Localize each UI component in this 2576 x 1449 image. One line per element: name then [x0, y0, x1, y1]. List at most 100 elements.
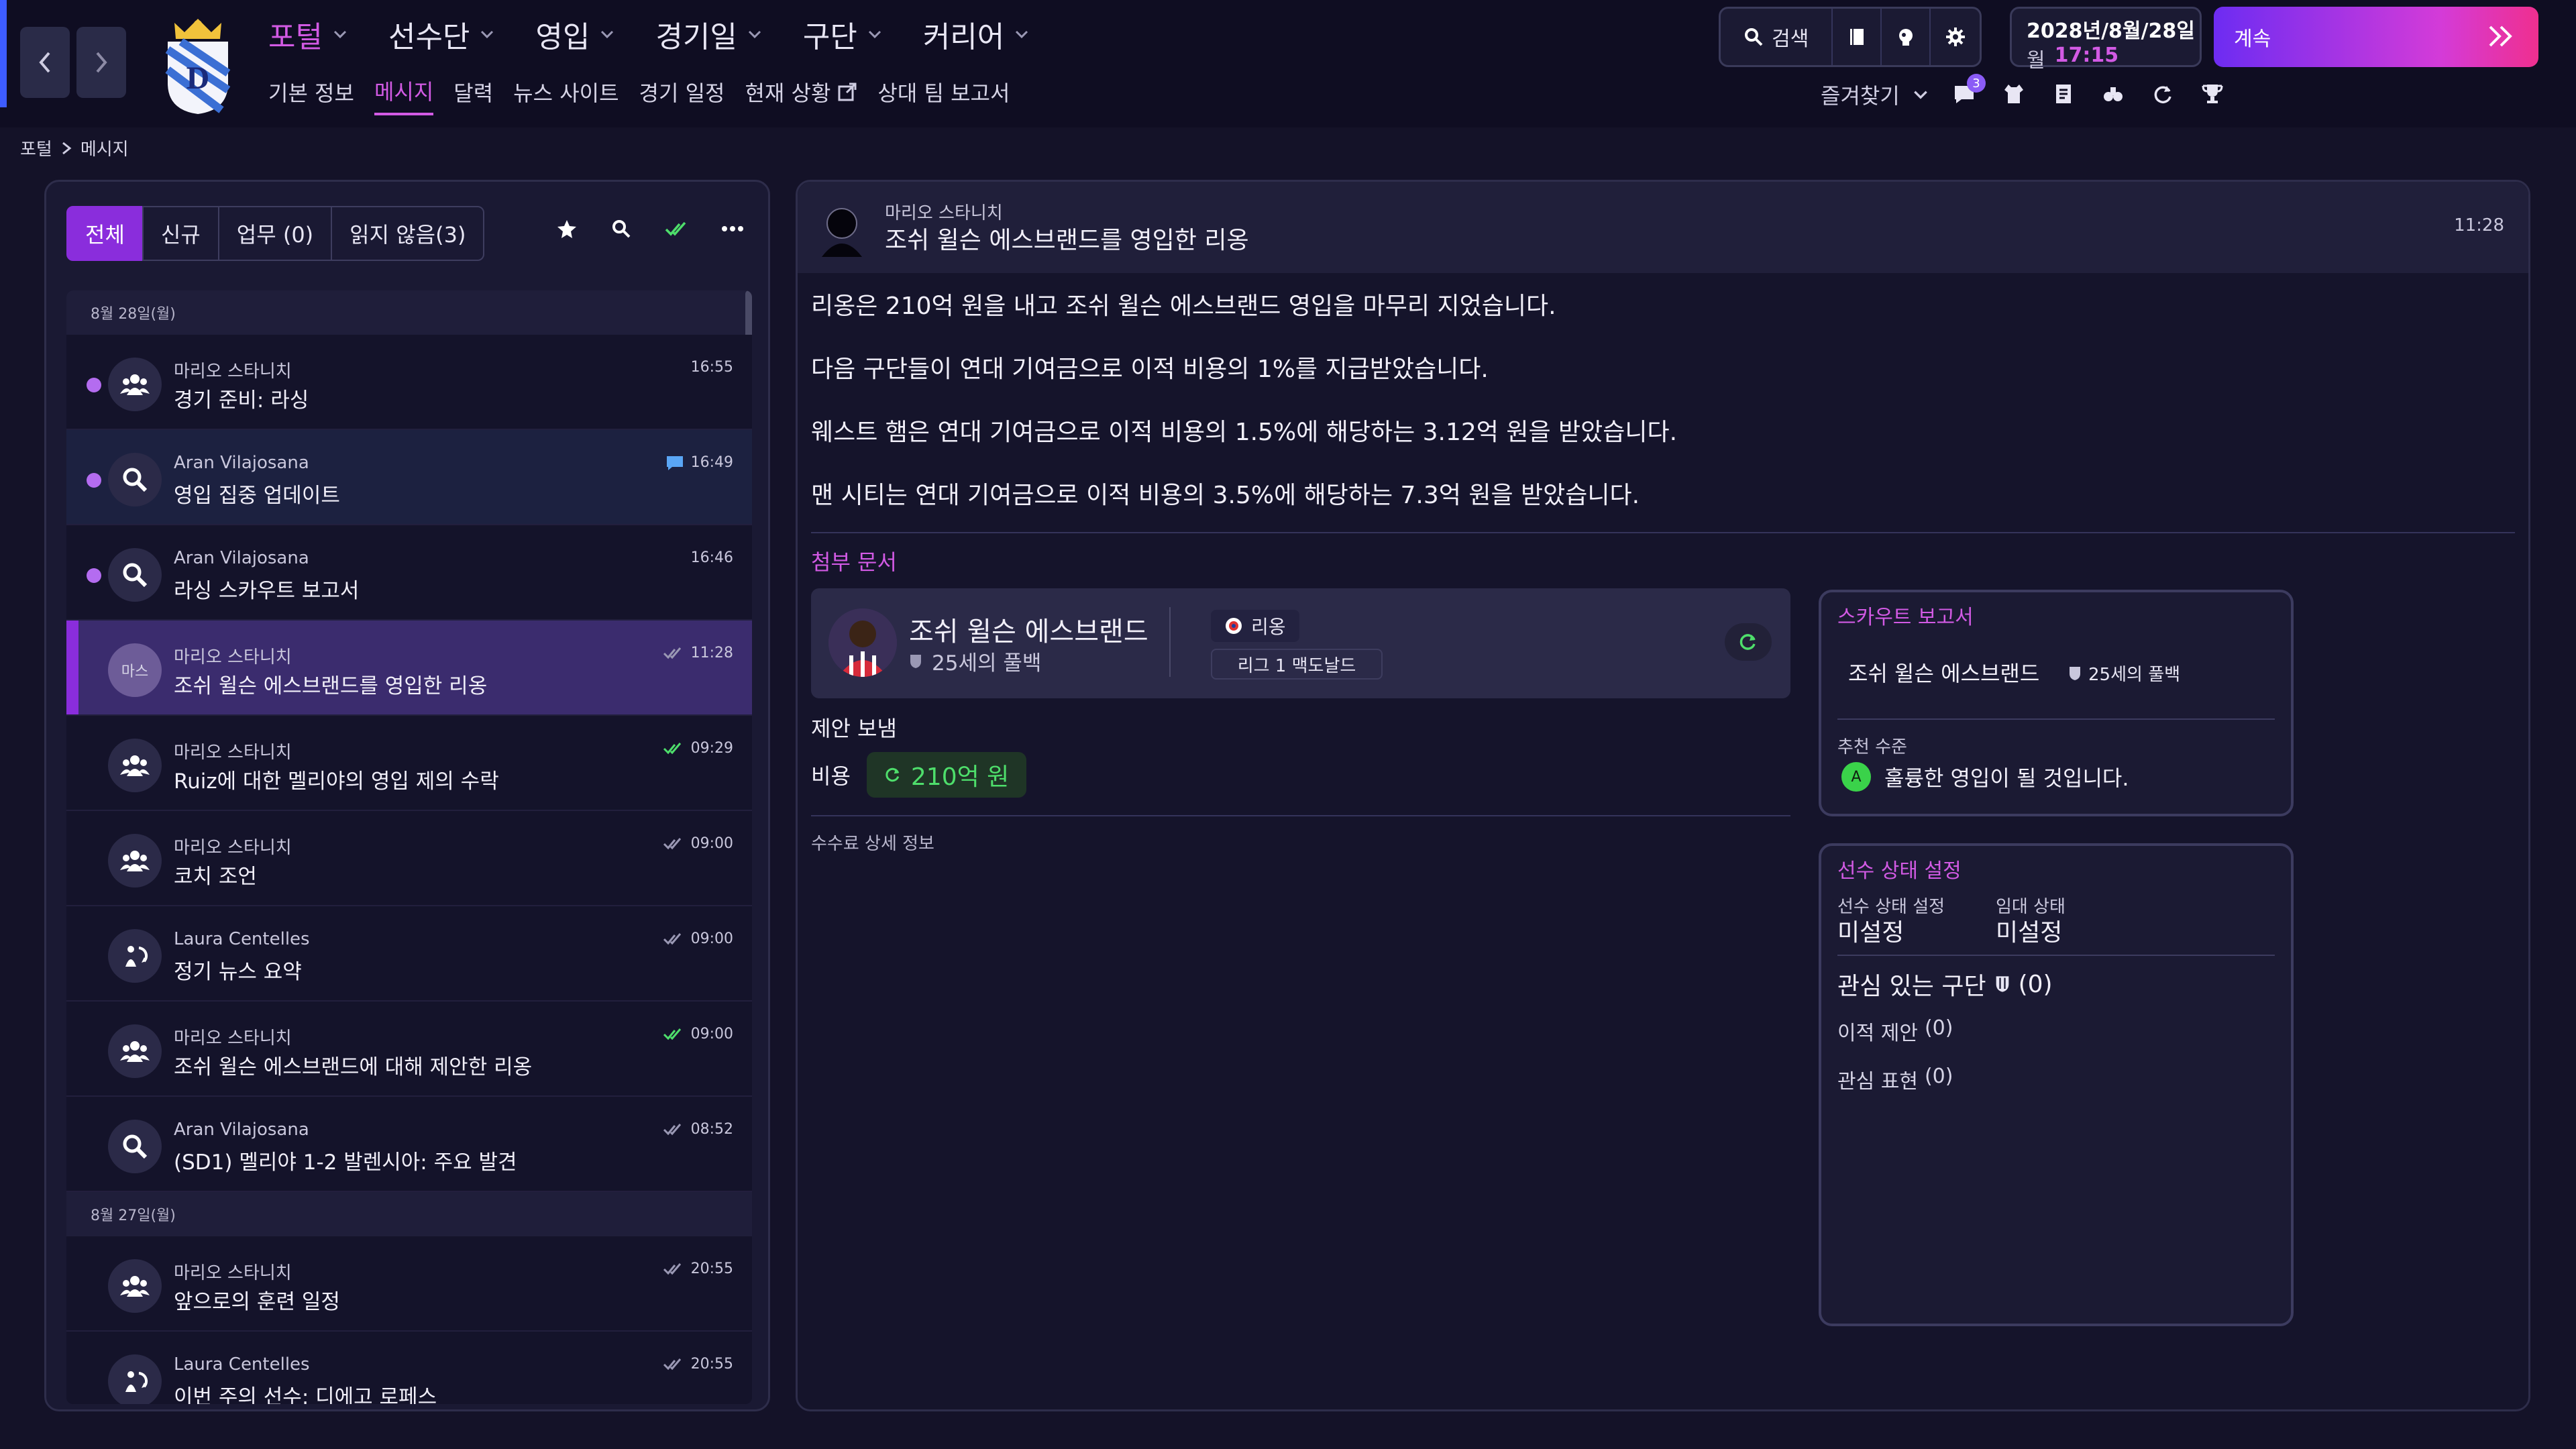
- subnav-opponent-report[interactable]: 상대 팀 보고서: [877, 75, 1010, 115]
- group-icon: [108, 834, 162, 888]
- search-icon[interactable]: [611, 219, 631, 239]
- loan-status-value[interactable]: 미설정: [1996, 913, 2062, 948]
- interest-expressed-row[interactable]: 관심 표현 (0): [1837, 1065, 1953, 1094]
- nav-club[interactable]: 구단: [803, 13, 883, 56]
- read-ticks-icon: [663, 1358, 681, 1370]
- club-crest-logo[interactable]: D: [161, 9, 235, 117]
- transfer-offers-row[interactable]: 이적 제안 (0): [1837, 1016, 1953, 1046]
- message-time-text: 16:46: [690, 549, 733, 566]
- sub-navigation: 기본 정보 메시지 달력 뉴스 사이트 경기 일정 현재 상황 상대 팀 보고서: [268, 75, 1010, 115]
- filter-tasks[interactable]: 업무 (0): [217, 206, 333, 261]
- continue-button[interactable]: 계속: [2214, 7, 2538, 67]
- more-options-icon[interactable]: [721, 225, 744, 232]
- external-link-icon: [838, 83, 857, 101]
- shield-icon: [1996, 976, 2008, 992]
- nav-squad[interactable]: 선수단: [388, 13, 495, 56]
- grade-badge: A: [1841, 762, 1871, 792]
- message-item[interactable]: Aran Vilajosana (SD1) 멜리야 1-2 발렌시아: 주요 발…: [66, 1097, 752, 1192]
- scout-desc-text: 25세의 풀백: [2088, 665, 2181, 685]
- scout-report-card[interactable]: 스카우트 보고서 조쉬 윌슨 에스브랜드 25세의 풀백 추천 수준 A 훌륭한…: [1819, 590, 2294, 816]
- message-item[interactable]: Laura Centelles 이번 주의 선수: 디에고 로페스 20:55: [66, 1332, 752, 1404]
- side-accent-strip: [0, 0, 7, 107]
- day-header: 8월 28일(월): [66, 290, 752, 335]
- unread-dot: [87, 473, 101, 488]
- forward-button[interactable]: [76, 27, 126, 98]
- read-ticks-icon: [663, 647, 681, 659]
- message-item[interactable]: 마리오 스타니치 조쉬 윌슨 에스브랜드에 대해 제안한 리옹 09:00: [66, 1002, 752, 1097]
- message-item[interactable]: Aran Vilajosana 라싱 스카우트 보고서 16:46: [66, 525, 752, 621]
- message-subject: 조쉬 윌슨 에스브랜드에 대해 제안한 리옹: [174, 1055, 533, 1079]
- svg-text:D: D: [186, 60, 210, 96]
- scout-shortcut[interactable]: [2101, 82, 2125, 106]
- favorites-dropdown[interactable]: 즐겨찾기: [1821, 79, 1929, 110]
- message-item[interactable]: Laura Centelles 정기 뉴스 요약 09:00: [66, 906, 752, 1002]
- message-time-text: 09:29: [690, 740, 733, 757]
- body-paragraph: 맨 시티는 연대 기여금으로 이적 비용의 3.5%에 해당하는 7.3억 원을…: [811, 482, 1640, 509]
- search-button[interactable]: 검색: [1721, 9, 1833, 65]
- settings-button[interactable]: [1931, 9, 1980, 65]
- status-set-value[interactable]: 미설정: [1837, 913, 1904, 948]
- game-time: 17:15: [2054, 44, 2119, 67]
- message-item[interactable]: 마리오 스타니치 코치 조언 09:00: [66, 811, 752, 906]
- message-list[interactable]: 8월 28일(월) 마리오 스타니치 경기 준비: 라싱 16:55 Aran …: [66, 290, 752, 1404]
- message-item[interactable]: Aran Vilajosana 영입 집중 업데이트 16:49: [66, 430, 752, 525]
- back-button[interactable]: [20, 27, 70, 98]
- cost-label: 비용: [811, 763, 851, 789]
- document-shortcut[interactable]: [2051, 82, 2076, 106]
- message-time: 11:28: [663, 645, 733, 661]
- player-card[interactable]: 조쉬 윌슨 에스브랜드 25세의 풀백 리옹 리그 1 맥도날드: [811, 588, 1790, 698]
- nav-portal[interactable]: 포털: [268, 13, 348, 56]
- player-name[interactable]: 조쉬 윌슨 에스브랜드: [909, 610, 1148, 649]
- game-date-box[interactable]: 2028년/8월/28일 월 17:15: [2010, 7, 2202, 72]
- subnav-overview[interactable]: 기본 정보: [268, 75, 354, 115]
- mark-all-read-icon[interactable]: [665, 220, 688, 237]
- read-ticks-icon: [663, 1263, 681, 1275]
- fee-details-label[interactable]: 수수료 상세 정보: [811, 830, 934, 855]
- message-sender: 마리오 스타니치: [174, 1263, 292, 1283]
- message-item-selected[interactable]: 마스 마리오 스타니치 조쉬 윌슨 에스브랜드를 영입한 리옹 11:28: [66, 621, 752, 716]
- shield-icon: [910, 654, 921, 668]
- interested-clubs-label: 관심 있는 구단: [1837, 973, 1986, 1000]
- refresh-icon: [2154, 86, 2171, 103]
- message-item[interactable]: 마리오 스타니치 앞으로의 훈련 일정 20:55: [66, 1236, 752, 1332]
- message-sender: 마리오 스타니치: [174, 362, 292, 382]
- message-item[interactable]: 마리오 스타니치 Ruiz에 대한 멜리야의 영입 제의 수락 09:29: [66, 716, 752, 811]
- subnav-current-status[interactable]: 현재 상황: [745, 75, 857, 115]
- message-item[interactable]: 마리오 스타니치 경기 준비: 라싱 16:55: [66, 335, 752, 430]
- filter-unread[interactable]: 읽지 않음(3): [331, 206, 485, 261]
- trophy-shortcut[interactable]: [2200, 82, 2224, 106]
- transfer-offers-label: 이적 제안: [1837, 1022, 1918, 1045]
- head-icon: [1898, 29, 1913, 46]
- chat-shortcut[interactable]: 3: [1952, 74, 1986, 106]
- notebook-button[interactable]: [1833, 9, 1882, 65]
- filter-new[interactable]: 신규: [142, 206, 219, 261]
- breadcrumb-root[interactable]: 포털: [20, 136, 52, 160]
- subnav-calendar[interactable]: 달력: [453, 75, 493, 115]
- refresh-shortcut[interactable]: [2151, 82, 2175, 106]
- message-sender: 마리오 스타니치: [174, 1028, 292, 1049]
- player-club[interactable]: 리옹: [1211, 610, 1299, 642]
- assistant-button[interactable]: [1882, 9, 1931, 65]
- subnav-messages[interactable]: 메시지: [374, 75, 434, 115]
- cost-row: 비용 210억 원: [811, 752, 1027, 798]
- subnav-news[interactable]: 뉴스 사이트: [513, 75, 619, 115]
- nav-transfers[interactable]: 영입: [535, 13, 615, 56]
- nav-matchday[interactable]: 경기일: [655, 13, 762, 56]
- subnav-fixtures[interactable]: 경기 일정: [639, 75, 725, 115]
- nav-squad-label: 선수단: [388, 20, 470, 54]
- nav-transfers-label: 영입: [535, 20, 590, 54]
- refresh-button[interactable]: [1725, 623, 1772, 661]
- binoculars-icon: [2104, 87, 2123, 101]
- offer-status: 제안 보냄: [811, 716, 897, 741]
- star-icon[interactable]: [556, 218, 578, 239]
- player-status-card: 선수 상태 설정 선수 상태 설정 미설정 임대 상태 미설정 관심 있는 구단…: [1819, 843, 2294, 1326]
- player-club-name: 리옹: [1251, 616, 1286, 638]
- kit-shortcut[interactable]: [2002, 82, 2026, 106]
- player-league[interactable]: 리그 1 맥도날드: [1211, 649, 1383, 680]
- divider: [1837, 955, 2275, 956]
- news-icon: [108, 1354, 162, 1404]
- interest-expressed-label: 관심 표현: [1837, 1070, 1918, 1093]
- nav-career[interactable]: 커리어: [923, 13, 1030, 56]
- interested-clubs-count: (0): [2018, 970, 2053, 998]
- filter-all[interactable]: 전체: [66, 206, 144, 261]
